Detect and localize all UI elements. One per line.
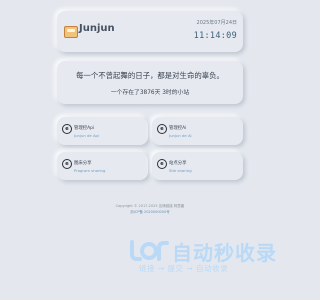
card-subtitle: Site sharing <box>169 168 192 173</box>
motto-text: 每一个不曾起舞的日子，都是对生命的辜负。 <box>76 71 224 80</box>
beian-link[interactable]: 浙ICP备 2020000000号 <box>0 209 300 215</box>
current-date: 2025年07月24日 <box>196 20 237 26</box>
circle-e-icon: e <box>157 124 167 134</box>
circle-e-icon: e <box>62 124 72 134</box>
card-title: 站点分享 <box>169 161 187 166</box>
card-subtitle: Program sharing <box>74 168 106 173</box>
circle-e-icon: e <box>62 159 72 169</box>
card-title: 图床分享 <box>74 161 92 166</box>
card-title: 管理控Ai <box>169 126 187 131</box>
circle-e-icon: e <box>157 159 167 169</box>
watermark: 自动秒收录 链接 → 提交 → 自动收录 <box>128 236 288 276</box>
card-subtitle: Junjun de Ai <box>169 133 192 138</box>
quote-card: 每一个不曾起舞的日子，都是对生命的辜负。 一个存在了3876天 3时的小站 <box>57 61 243 104</box>
link-card-site-sharing[interactable]: e 站点分享 Site sharing <box>152 152 243 180</box>
site-logo-icon[interactable] <box>64 26 78 38</box>
watermark-logo-icon <box>130 240 169 261</box>
link-card-ai[interactable]: e 管理控Ai Junjun de Ai <box>152 117 243 145</box>
site-age-text: 一个存在了3876天 3时的小站 <box>110 90 190 96</box>
watermark-subtitle: 链接 → 提交 → 自动收录 <box>139 264 229 273</box>
current-time: 11:14:09 <box>193 31 237 41</box>
watermark-title: 自动秒收录 <box>172 241 277 265</box>
link-card-program-sharing[interactable]: e 图床分享 Program sharing <box>57 152 148 180</box>
header-card: Junjun 2025年07月24日 11:14:09 <box>57 11 243 52</box>
footer: Copyright © 2017-2025 友情链接 阿里酱 浙ICP备 202… <box>0 203 300 215</box>
card-subtitle: Junjun de Api <box>74 133 100 138</box>
site-name[interactable]: Junjun <box>79 23 115 34</box>
link-card-api[interactable]: e 管理控Api Junjun de Api <box>57 117 148 145</box>
card-title: 管理控Api <box>74 126 95 131</box>
